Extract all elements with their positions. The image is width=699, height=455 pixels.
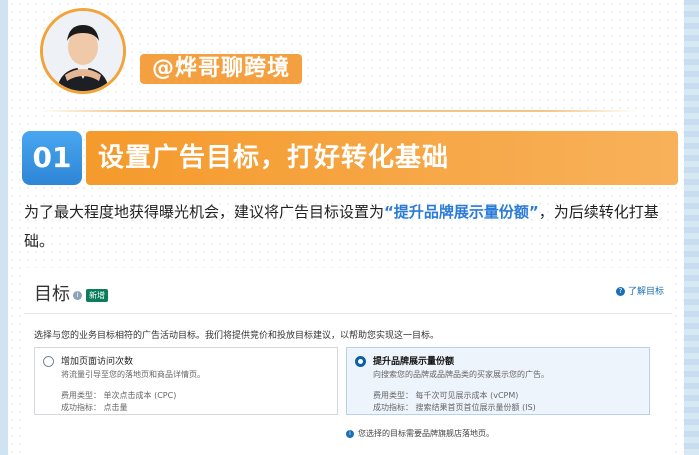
- avatar: [40, 8, 126, 94]
- paragraph-highlight: “提升品牌展示量份额”: [384, 203, 539, 221]
- radio-page-visits[interactable]: [43, 356, 54, 367]
- author-handle-badge: @烨哥聊跨境: [140, 54, 303, 84]
- learn-goals-link[interactable]: ? 了解目标: [615, 284, 664, 297]
- new-badge: 新增: [86, 288, 108, 302]
- goal-option-page-visits[interactable]: 增加页面访问次数 将流量引导至您的落地页和商品详情页。 费用类型： 单次点击成本…: [34, 347, 338, 415]
- section-number: 01: [22, 131, 82, 185]
- option-cost-type: 费用类型： 单次点击成本 (CPC): [61, 391, 177, 400]
- option-description: 向搜索您的品牌或品牌品类的买家展示您的广告。: [373, 370, 549, 379]
- note-text: 您选择的目标需要品牌旗舰店落地页。: [358, 429, 494, 438]
- option-cost-type: 费用类型： 每千次可见展示成本 (vCPM): [373, 391, 519, 400]
- learn-goals-label: 了解目标: [627, 287, 664, 297]
- goal-panel: 目标 i 新增 ? 了解目标 选择与您的业务目标相符的广告活动目标。我们将提供竞价和投…: [24, 268, 672, 455]
- landing-page-note: i 您选择的目标需要品牌旗舰店落地页。: [346, 428, 494, 439]
- decorative-divider: [38, 110, 638, 112]
- goal-heading: 目标 i 新增: [34, 280, 108, 306]
- avatar-portrait-icon: [43, 11, 123, 91]
- option-title: 提升品牌展示量份额: [373, 357, 455, 367]
- intro-paragraph: 为了最大程度地获得曝光机会，建议将广告目标设置为“提升品牌展示量份额”，为后续转…: [24, 198, 674, 256]
- radio-brand-impression-share[interactable]: [355, 356, 366, 367]
- goal-option-brand-impression-share[interactable]: 提升品牌展示量份额 向搜索您的品牌或品牌品类的买家展示您的广告。 费用类型： 每…: [346, 347, 650, 415]
- option-success-metric: 成功指标： 点击量: [61, 403, 128, 412]
- info-icon[interactable]: i: [73, 290, 82, 300]
- section-title: 设置广告目标，打好转化基础: [86, 131, 678, 185]
- right-edge-strip: [684, 0, 699, 455]
- goal-intro-text: 选择与您的业务目标相符的广告活动目标。我们将提供竞价和投放目标建议，以帮助您实现…: [34, 331, 440, 341]
- paragraph-text-before: 为了最大程度地获得曝光机会，建议将广告目标设置为: [24, 203, 385, 221]
- option-title: 增加页面访问次数: [61, 357, 134, 367]
- goal-title: 目标: [34, 284, 70, 305]
- info-icon: i: [346, 429, 354, 438]
- question-icon: ?: [615, 287, 625, 296]
- option-success-metric: 成功指标： 搜索结果首页首位展示量份额 (IS): [373, 403, 536, 412]
- option-description: 将流量引导至您的落地页和商品详情页。: [61, 370, 205, 379]
- panel-divider: [24, 313, 672, 314]
